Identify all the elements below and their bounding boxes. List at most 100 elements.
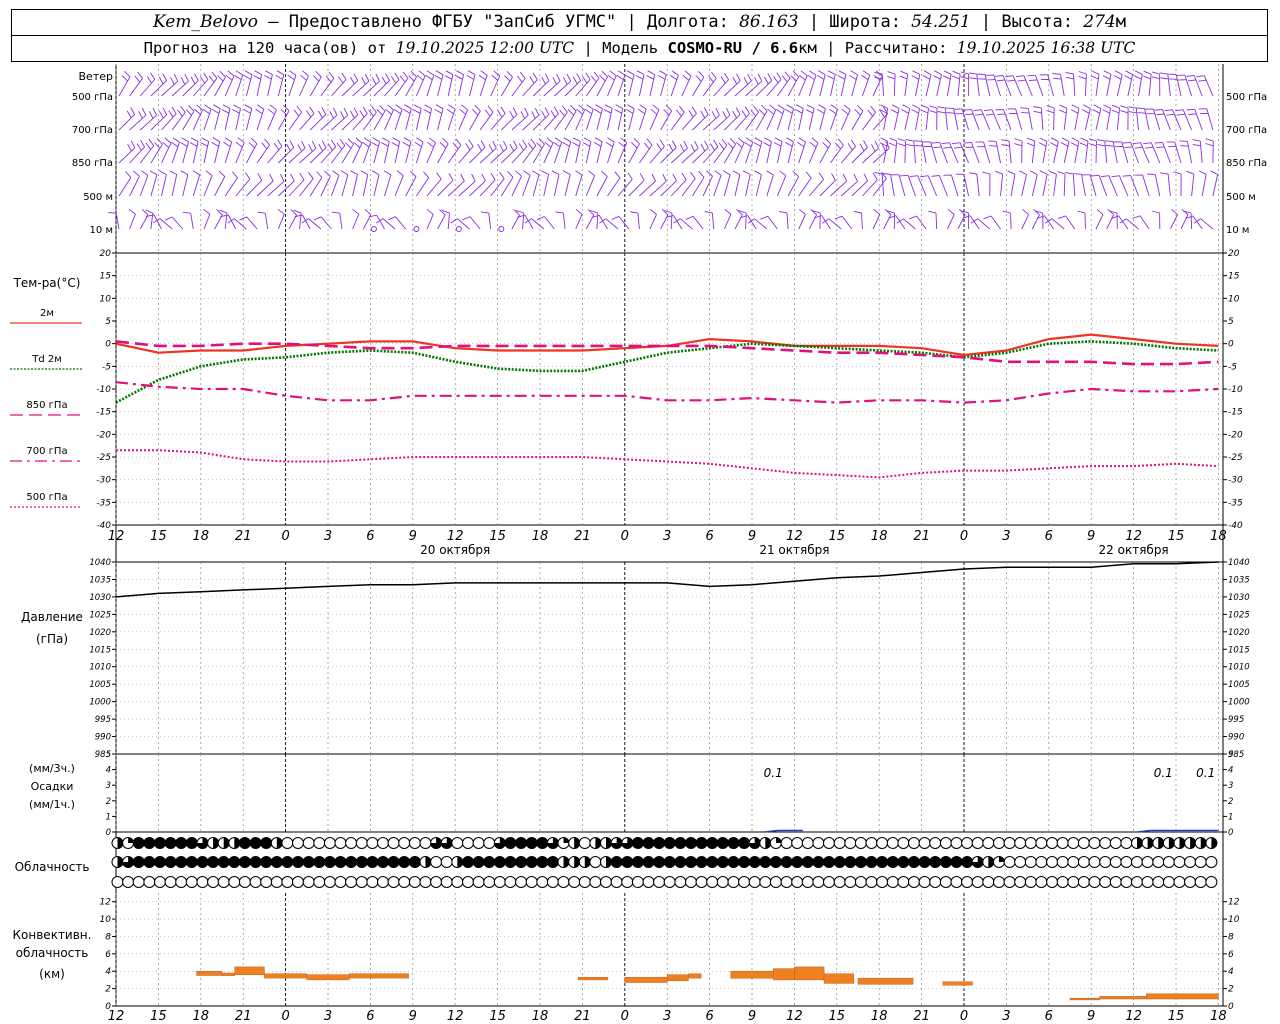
- wind-barb-feather: [519, 71, 526, 79]
- wind-barb-feather: [130, 140, 136, 149]
- wind-barb-feather: [684, 70, 692, 77]
- wind-barb-feather: [960, 71, 969, 75]
- conv-tick-label-right: 12: [1228, 898, 1240, 908]
- temp-series-t850: [115, 340, 1219, 366]
- wind-barb-feather: [414, 141, 422, 147]
- wind-barb: [214, 176, 226, 197]
- wind-barb-feather: [562, 105, 568, 113]
- cloud-fill: [653, 856, 665, 868]
- wind-barb: [416, 177, 430, 197]
- wind-barb-feather: [888, 142, 897, 147]
- wind-barb-feather: [1088, 143, 1097, 147]
- wind-barb: [862, 112, 876, 131]
- temp-tick-label-right: 0: [1228, 340, 1234, 350]
- wind-barb: [488, 213, 492, 230]
- wind-barb-feather: [800, 70, 808, 77]
- wind-barb: [1116, 108, 1121, 131]
- wind-barb: [944, 108, 948, 131]
- wind-barb-feather: [531, 170, 540, 176]
- cloud-symbol: [1099, 856, 1112, 868]
- cloud-fill: [643, 856, 654, 868]
- cloud-symbol: [1024, 837, 1037, 849]
- cloud-fill: [632, 856, 644, 868]
- cloud-symbol: [897, 837, 910, 849]
- wind-barb-feather: [1205, 143, 1214, 147]
- wind-barb-feather: [1015, 75, 1024, 78]
- cloud-symbol: [695, 876, 708, 888]
- pres-tick-label-right: 1025: [1228, 610, 1250, 620]
- wind-barb-feather: [879, 142, 888, 147]
- wind-barb: [898, 174, 906, 197]
- cloud-symbol: [1014, 837, 1027, 849]
- wind-barb-feather: [923, 70, 932, 75]
- cloud-fill: [674, 837, 686, 849]
- wind-barb: [872, 147, 890, 164]
- bottom-time-label: 0: [960, 1009, 968, 1024]
- wind-barb: [299, 75, 309, 97]
- wind-barb-feather: [829, 108, 837, 115]
- wind-barb-feather: [343, 107, 349, 116]
- pres-tick-label-right: 1010: [1228, 663, 1250, 673]
- wind-barb: [1167, 174, 1171, 197]
- wind-barb-feather: [331, 211, 340, 214]
- wind-barb: [277, 110, 290, 131]
- wind-barb-feather: [448, 104, 456, 110]
- wind-barb-feather: [541, 110, 546, 119]
- wind-barb: [1008, 141, 1012, 164]
- wind-barb-feather: [1077, 210, 1086, 214]
- cloud-fill: [844, 856, 856, 868]
- wind-barb-feather: [601, 70, 608, 78]
- wind-barb-feather: [522, 139, 528, 147]
- wind-barb: [564, 141, 572, 164]
- wind-barb: [139, 114, 157, 131]
- wind-barb-feather: [816, 75, 825, 80]
- cloud-fill: [186, 837, 198, 849]
- wind-level-label-right-4: 500 м: [1226, 192, 1256, 203]
- wind-barb: [1002, 109, 1012, 131]
- bottom-time-label: 0: [281, 1009, 289, 1024]
- wind-barb-feather: [1019, 170, 1027, 175]
- wind-barb: [907, 175, 916, 197]
- wind-barb: [522, 145, 537, 164]
- cloud-symbol: [610, 876, 623, 888]
- wind-barb-feather: [1154, 141, 1163, 144]
- wind-barb-feather: [1103, 70, 1112, 75]
- cloud-symbol: [175, 876, 188, 888]
- wind-barb-feather: [1091, 174, 1100, 177]
- wind-barb-feather: [371, 77, 377, 85]
- wind-barb-feather: [952, 75, 960, 80]
- wind-barb: [1035, 75, 1044, 97]
- wind-barb-feather: [1113, 75, 1122, 80]
- wind-barb-feather: [380, 142, 389, 147]
- wind-barb-feather: [536, 142, 543, 149]
- wind-barb-feather: [1102, 75, 1111, 80]
- wind-barb-feather: [416, 137, 424, 143]
- cloud-symbol: [398, 837, 411, 849]
- wind-barb-feather: [1196, 75, 1205, 78]
- cloud-symbol: [716, 876, 729, 888]
- wind-barb: [564, 174, 571, 197]
- cloud-symbol: [1099, 837, 1112, 849]
- wind-barb: [890, 174, 895, 197]
- wind-barb-feather: [681, 172, 687, 181]
- wind-barb-feather: [1050, 142, 1058, 147]
- temp-tick-label-left: 20: [100, 249, 112, 259]
- wind-barb: [1081, 174, 1086, 197]
- wind-barb-feather: [899, 174, 909, 177]
- wind-barb-feather: [381, 76, 387, 85]
- pres-tick-label-left: 1000: [89, 698, 111, 708]
- meteogram-chart: 20 2015 1510 105 50 0-5 -5-10 -10-15 -15-20 -20-2…: [10, 64, 1267, 1024]
- wind-barb-feather: [943, 146, 952, 149]
- cloud-symbol: [164, 876, 177, 888]
- wind-barb-feather: [837, 75, 846, 80]
- wind-barb-feather: [912, 70, 921, 75]
- wind-barb: [963, 174, 970, 197]
- wind-barb: [1172, 109, 1182, 131]
- wind-barb-feather: [461, 104, 468, 111]
- bottom-time-label: 3: [663, 1009, 671, 1024]
- bottom-time-label: 6: [705, 1009, 713, 1024]
- wind-barb: [1135, 108, 1139, 131]
- cloud-symbol: [377, 837, 389, 849]
- wind-barb-feather: [905, 139, 914, 142]
- wind-barb-feather: [1188, 113, 1197, 115]
